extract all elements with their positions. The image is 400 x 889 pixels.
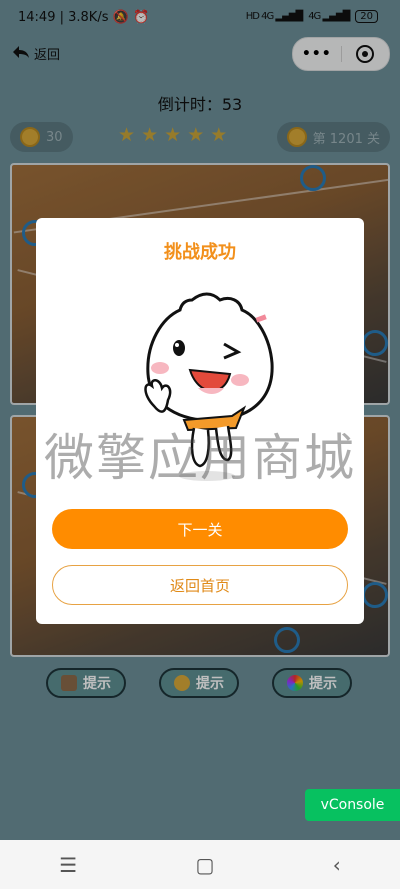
watermark-text: 微擎应用商城 — [44, 429, 356, 487]
game-screen: 14:49 | 3.8K/s 🔕 ⏰ HD 4G ▂▄▆█ 4G ▂▄▆█ 20… — [0, 0, 400, 840]
next-level-button[interactable]: 下一关 — [52, 509, 348, 549]
recent-apps-icon[interactable]: ☰ — [59, 853, 77, 877]
system-navigation-bar: ☰ ▢ ‹ — [0, 840, 400, 889]
dialog-title: 挑战成功 — [164, 242, 236, 263]
vconsole-button[interactable]: vConsole — [305, 789, 400, 821]
home-icon[interactable]: ▢ — [196, 853, 215, 877]
return-home-button[interactable]: 返回首页 — [52, 565, 348, 605]
back-icon[interactable]: ‹ — [333, 853, 341, 877]
